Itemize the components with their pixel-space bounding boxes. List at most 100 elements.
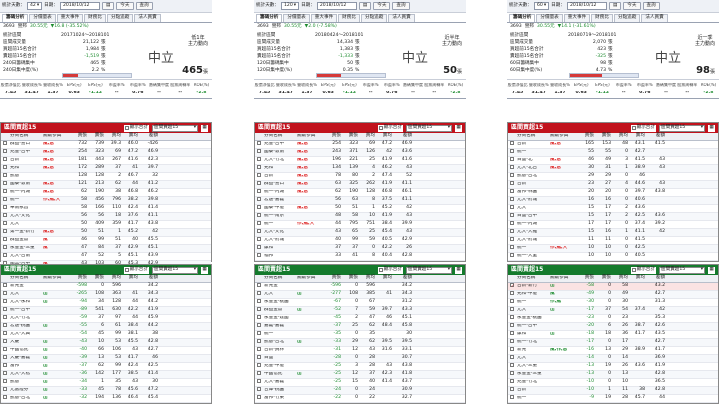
- table-row[interactable]: 華南永昌 58 166 110 42.4 41.4: [1, 205, 211, 213]
- table-row[interactable]: 元大-府城 40 99 59 40.5 42.9: [255, 237, 465, 245]
- range-dropdown[interactable]: 區間買超15 ▾: [659, 124, 705, 132]
- row-checkbox[interactable]: [508, 205, 516, 212]
- table-row[interactable]: 統一-台中 -89 541 630 42.2 41.9: [1, 307, 211, 315]
- range-dropdown[interactable]: 區間買超15 ▾: [152, 124, 198, 132]
- date-input[interactable]: 2018/10/12: [316, 2, 357, 10]
- table-row[interactable]: 統一-内湖 17 17 0 37.4 39.2: [508, 221, 718, 229]
- table-row[interactable]: 台新 風,急 181 443 267 41.6 42.3: [1, 157, 211, 165]
- row-checkbox[interactable]: [1, 347, 9, 354]
- table-row[interactable]: 統一 -35 0 35 30: [255, 331, 465, 339]
- checkbox-box[interactable]: [3, 323, 7, 328]
- query-button[interactable]: 查詢: [135, 2, 153, 10]
- total-checkbox[interactable]: 顯示合計: [123, 124, 149, 132]
- days-select[interactable]: 60 ▾: [533, 2, 550, 10]
- row-checkbox[interactable]: [255, 307, 263, 314]
- table-row[interactable]: 群益金鼎 風 46 99 51 40 45.5: [1, 237, 211, 245]
- table-row[interactable]: 兆豐-竹北 -10 0 10 36.5: [508, 379, 718, 387]
- row-checkbox[interactable]: [1, 245, 9, 252]
- checkbox-box[interactable]: [510, 291, 514, 296]
- table-row[interactable]: 凱基-台北 出 -33 29 62 39.5 39.5: [255, 339, 465, 347]
- table-row[interactable]: 元大-大雅 15 16 1 41.1 42: [508, 229, 718, 237]
- checkbox-box[interactable]: [510, 253, 514, 258]
- table-row[interactable]: 元大-竹北 -59 37 97 44 45.9: [1, 315, 211, 323]
- table-row[interactable]: 元大-嘉義 -25 15 40 41.4 43.7: [255, 379, 465, 387]
- checkbox-box[interactable]: [3, 149, 7, 154]
- row-checkbox[interactable]: [1, 157, 9, 164]
- checkbox-box[interactable]: [3, 245, 7, 250]
- tab-item[interactable]: 分點追蹤: [360, 14, 388, 22]
- checkbox-box[interactable]: [510, 395, 514, 400]
- checkbox-box[interactable]: [257, 379, 261, 384]
- row-checkbox[interactable]: [255, 339, 263, 346]
- checkbox-box[interactable]: [257, 181, 261, 186]
- table-row[interactable]: 嘉義-嘉義 -37 25 62 48.4 45.8: [255, 323, 465, 331]
- date-input[interactable]: 2018/10/12: [566, 2, 607, 10]
- table-row[interactable]: 凱基 128 128 2 46.7 32: [1, 173, 211, 181]
- row-checkbox[interactable]: [255, 181, 263, 188]
- row-checkbox[interactable]: [1, 355, 9, 362]
- checkbox-box[interactable]: [510, 205, 514, 210]
- tab-item[interactable]: 分點追蹤: [106, 14, 134, 22]
- row-checkbox[interactable]: [255, 395, 263, 402]
- checkbox-box[interactable]: [3, 205, 7, 210]
- checkbox-box[interactable]: [3, 363, 7, 368]
- table-row[interactable]: 永豐金-桃園 -23 0 23 35.3: [508, 315, 718, 323]
- row-checkbox[interactable]: [508, 355, 516, 362]
- tab-item[interactable]: 法人買賣: [388, 14, 415, 22]
- row-checkbox[interactable]: [508, 395, 516, 402]
- grid-icon[interactable]: ▦: [708, 266, 715, 274]
- table-row[interactable]: 元富證券 出 -33 45 78 45.6 47.2: [1, 387, 211, 395]
- table-row[interactable]: 國泰-敦南 風,急 121 213 62 44 41.2: [1, 181, 211, 189]
- table-row[interactable]: 統一 -9 19 28 45.7 44: [508, 395, 718, 403]
- checkbox-box[interactable]: [510, 173, 514, 178]
- row-checkbox[interactable]: [1, 237, 9, 244]
- checkbox-box[interactable]: [3, 307, 7, 312]
- table-row[interactable]: 元大-府城 11 11 0 41.5: [508, 237, 718, 245]
- checkbox-box[interactable]: [257, 355, 261, 360]
- row-checkbox[interactable]: [1, 315, 9, 322]
- tab-item[interactable]: 財務比: [591, 14, 613, 22]
- row-checkbox[interactable]: [1, 323, 9, 330]
- row-checkbox[interactable]: [255, 387, 263, 394]
- checkbox-box[interactable]: [3, 355, 7, 360]
- checkbox-box[interactable]: [257, 323, 261, 328]
- row-checkbox[interactable]: [1, 395, 9, 402]
- row-checkbox[interactable]: [508, 237, 516, 244]
- row-checkbox[interactable]: [508, 149, 516, 156]
- row-checkbox[interactable]: [508, 291, 516, 298]
- checkbox-box[interactable]: [510, 141, 514, 146]
- checkbox-box[interactable]: [257, 245, 261, 250]
- checkbox-box[interactable]: [510, 189, 514, 194]
- row-checkbox[interactable]: [1, 229, 9, 236]
- query-button[interactable]: 查詢: [392, 2, 410, 10]
- range-dropdown[interactable]: 區間買超15 ▾: [406, 124, 452, 132]
- checkbox-box[interactable]: [510, 363, 514, 368]
- checkbox-box[interactable]: [3, 379, 7, 384]
- row-checkbox[interactable]: [508, 253, 516, 260]
- days-select[interactable]: 120 ▾: [280, 2, 300, 10]
- row-checkbox[interactable]: [1, 307, 9, 314]
- table-row[interactable]: 日盛-北 風,急 46 49 3 41.5 43: [508, 157, 718, 165]
- row-checkbox[interactable]: [508, 165, 516, 172]
- total-checkbox[interactable]: 顯示合計: [630, 124, 656, 132]
- checkbox-box[interactable]: [510, 213, 514, 218]
- date-input[interactable]: 2018/10/12: [59, 2, 100, 10]
- checkbox-box[interactable]: [3, 371, 7, 376]
- row-checkbox[interactable]: [255, 253, 263, 260]
- row-checkbox[interactable]: [255, 149, 263, 156]
- row-checkbox[interactable]: [255, 197, 263, 204]
- checkbox-box[interactable]: [3, 291, 7, 296]
- checkbox-box[interactable]: [510, 149, 514, 154]
- checkbox-box[interactable]: [3, 157, 7, 162]
- table-row[interactable]: 元大-竹北 風,急 196 221 25 41.9 41.6: [255, 157, 465, 165]
- table-row[interactable]: 群益金鼎 出 -52 7 59 39.7 43.3: [255, 307, 465, 315]
- row-checkbox[interactable]: [1, 291, 9, 298]
- checkbox-box[interactable]: [378, 268, 383, 272]
- grid-icon[interactable]: ▦: [201, 266, 208, 274]
- row-checkbox[interactable]: [1, 253, 9, 260]
- checkbox-box[interactable]: [124, 268, 129, 272]
- tab-item[interactable]: 籌碼分析: [2, 14, 29, 22]
- grid-icon[interactable]: ▦: [708, 124, 715, 132]
- checkbox-box[interactable]: [257, 331, 261, 336]
- table-row[interactable]: 統一 作,風,大 58 456 796 38.2 39.8: [1, 197, 211, 205]
